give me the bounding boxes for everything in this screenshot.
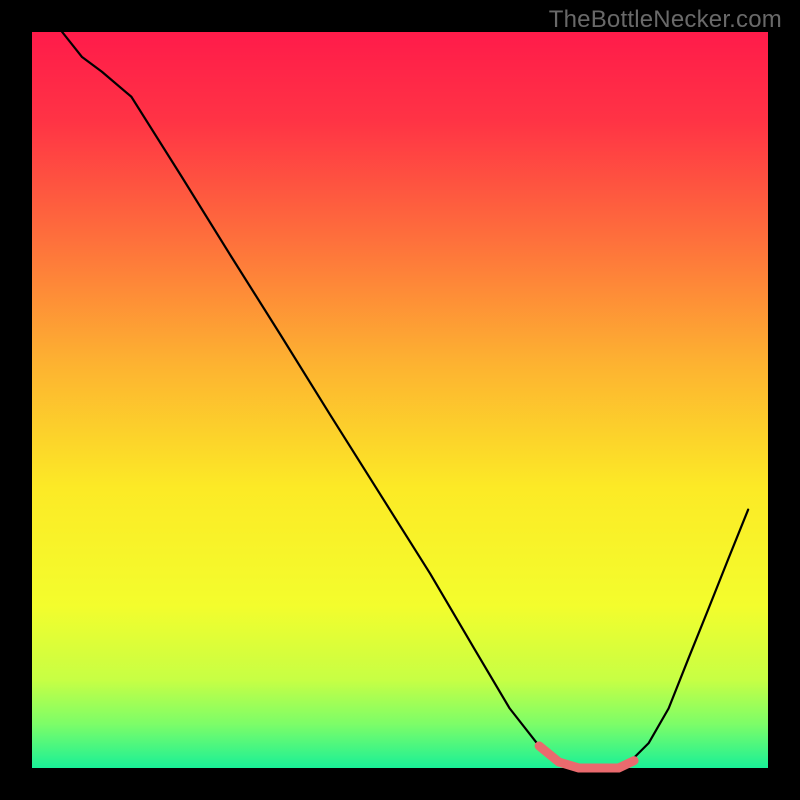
bottleneck-chart <box>0 0 800 800</box>
chart-container: TheBottleNecker.com <box>0 0 800 800</box>
gradient-background <box>32 32 768 768</box>
